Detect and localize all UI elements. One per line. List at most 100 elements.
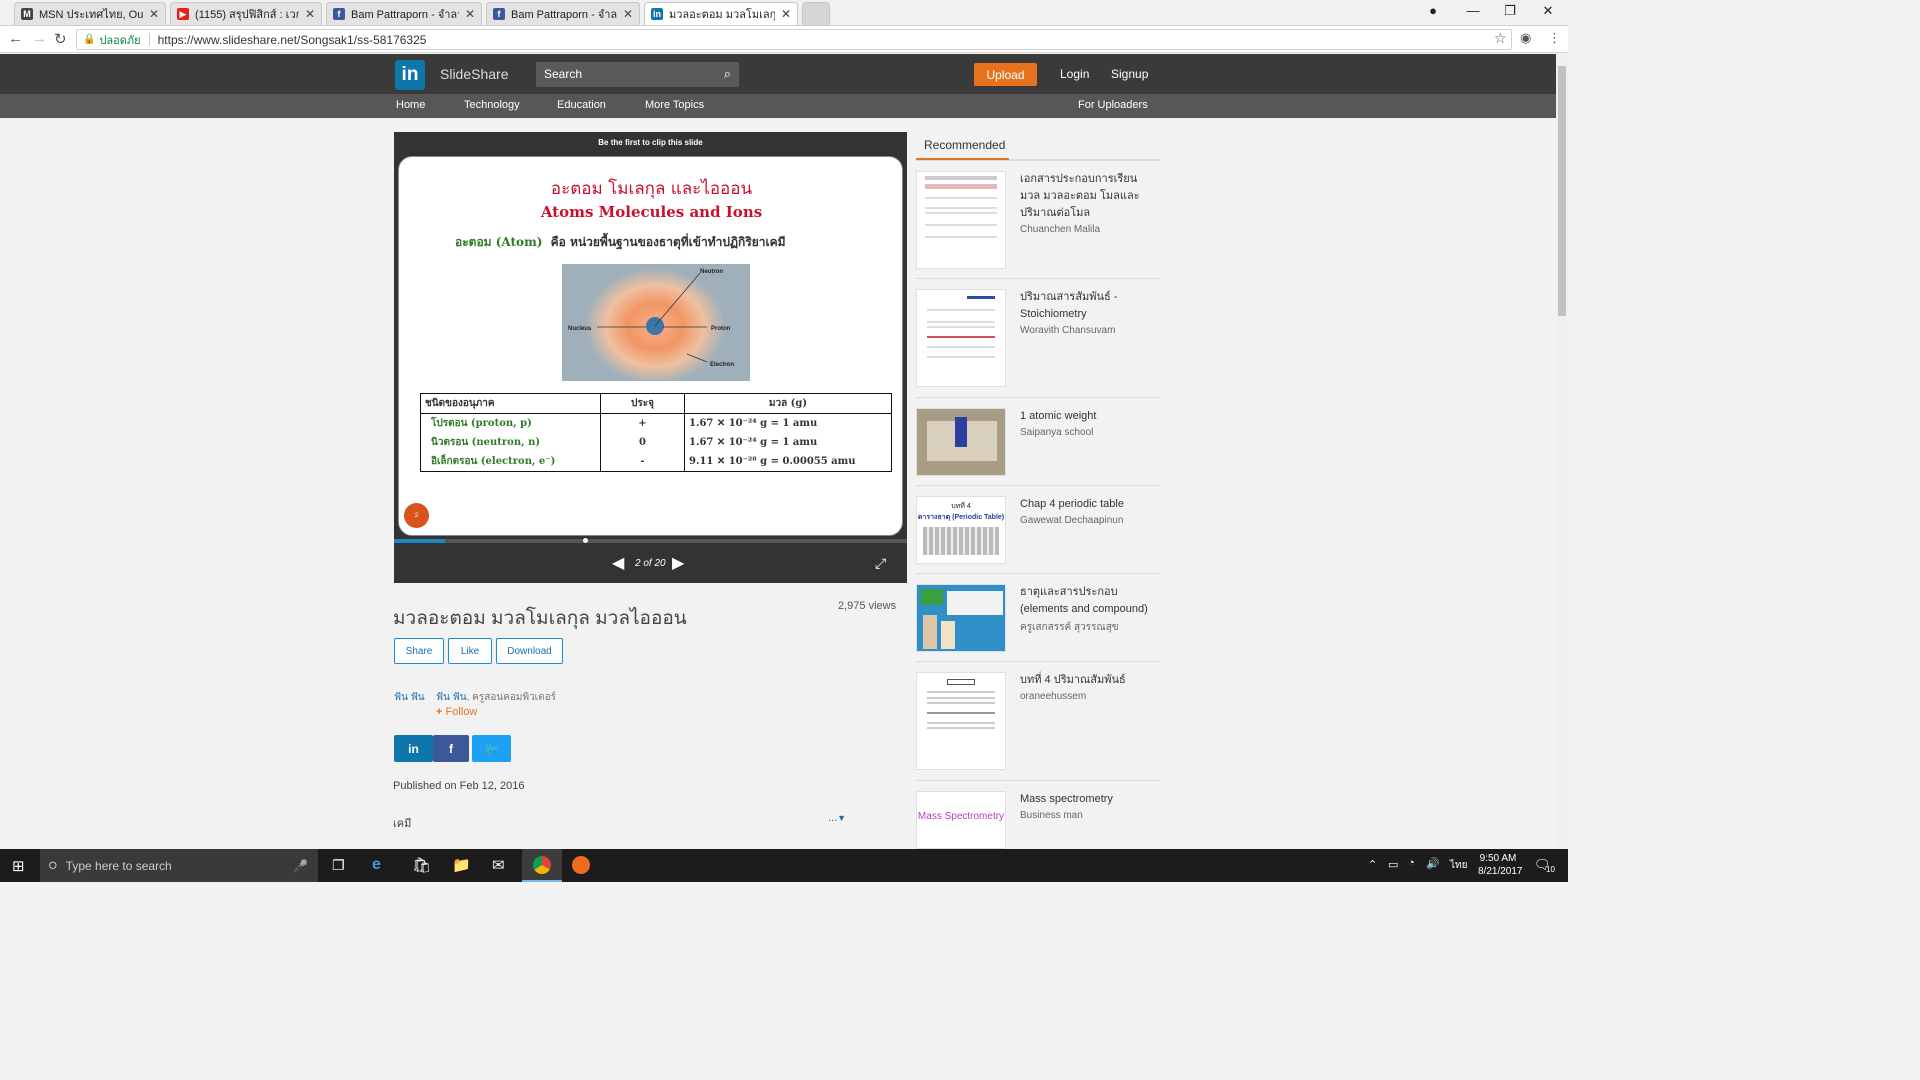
upload-button[interactable]: Upload bbox=[974, 63, 1037, 86]
author-line: ฟัน ฟัน, ครูสอนคอมพิวเตอร์ bbox=[436, 690, 556, 705]
recommended-item[interactable]: 1 atomic weight Saipanya school bbox=[916, 397, 1160, 485]
thumb-text: บทที่ 4 bbox=[951, 503, 971, 510]
recommended-author: Saipanya school bbox=[1020, 427, 1094, 438]
menu-icon[interactable]: ⋮ bbox=[1548, 30, 1561, 46]
recommended-item[interactable]: Mass Spectrometry Mass spectrometry Busi… bbox=[916, 780, 1160, 849]
fullscreen-icon[interactable]: ⤢ bbox=[875, 555, 886, 572]
recommended-thumbnail[interactable]: บทที่ 4 ตารางธาตุ (Periodic Table) bbox=[916, 496, 1006, 564]
browser-tab[interactable]: M MSN ประเทศไทย, Outlook ✕ bbox=[14, 2, 166, 25]
recommended-title[interactable]: ธาตุและสารประกอบ (elements and compound) bbox=[1020, 584, 1160, 618]
recommended-thumbnail[interactable] bbox=[916, 672, 1006, 770]
recommended-tab[interactable]: Recommended bbox=[916, 138, 1009, 160]
next-slide-icon[interactable]: ▶ bbox=[672, 553, 684, 573]
browser-tab-active[interactable]: in มวลอะตอม มวลโมเลกุล มวลไอ ✕ bbox=[644, 2, 798, 25]
close-tab-icon[interactable]: ✕ bbox=[149, 7, 159, 21]
search-icon[interactable]: ⌕ bbox=[724, 66, 731, 82]
wifi-icon[interactable]: ◔ bbox=[1408, 857, 1415, 869]
mail-icon[interactable]: ✉ bbox=[492, 856, 505, 874]
close-window-icon[interactable]: ✕ bbox=[1533, 3, 1563, 19]
recommended-item[interactable]: บทที่ 4 ตารางธาตุ (Periodic Table) Chap … bbox=[916, 485, 1160, 573]
recommended-item[interactable]: ธาตุและสารประกอบ (elements and compound)… bbox=[916, 573, 1160, 661]
search-input[interactable]: Search ⌕ bbox=[536, 62, 739, 87]
recommended-item[interactable]: ปริมาณสารสัมพันธ์ - Stoichiometry Woravi… bbox=[916, 278, 1160, 397]
atom-diagram: Neutron Nucleus Proton Electron bbox=[562, 264, 750, 384]
browser-tab[interactable]: f Bam Pattraporn - จำลาญ ✕ bbox=[486, 2, 640, 25]
previous-slide-icon[interactable]: ◀ bbox=[612, 553, 624, 573]
recommended-item[interactable]: บทที่ 4 ปริมาณสัมพันธ์ oraneehussem bbox=[916, 661, 1160, 780]
bookmark-star-icon[interactable]: ☆ bbox=[1494, 30, 1507, 47]
facebook-share-button[interactable]: f bbox=[433, 735, 469, 762]
nav-home[interactable]: Home bbox=[396, 99, 425, 111]
slideshare-brand[interactable]: SlideShare bbox=[440, 66, 509, 82]
close-tab-icon[interactable]: ✕ bbox=[781, 7, 791, 21]
address-bar: ← → ↻ 🔒 ปลอดภัย https://www.slideshare.n… bbox=[0, 26, 1568, 53]
edge-icon[interactable]: e bbox=[372, 856, 381, 874]
reload-icon[interactable]: ↻ bbox=[54, 30, 67, 48]
recommended-thumbnail[interactable] bbox=[916, 584, 1006, 652]
minimize-icon[interactable]: — bbox=[1458, 3, 1488, 18]
nav-more-topics[interactable]: More Topics bbox=[645, 99, 704, 111]
page-scrollbar[interactable] bbox=[1556, 54, 1568, 849]
taskbar-search-placeholder: Type here to search bbox=[65, 858, 172, 873]
author-avatar[interactable]: ฟัน ฟัน bbox=[394, 690, 425, 705]
author-name[interactable]: ฟัน ฟัน bbox=[436, 692, 467, 703]
nav-technology[interactable]: Technology bbox=[464, 99, 520, 111]
author-description: , ครูสอนคอมพิวเตอร์ bbox=[466, 692, 556, 703]
recommended-title[interactable]: Chap 4 periodic table bbox=[1020, 496, 1160, 513]
recommended-title[interactable]: ปริมาณสารสัมพันธ์ - Stoichiometry bbox=[1020, 289, 1160, 323]
url-field[interactable]: 🔒 ปลอดภัย https://www.slideshare.net/Son… bbox=[76, 29, 1512, 50]
nav-for-uploaders[interactable]: For Uploaders bbox=[1078, 99, 1148, 111]
login-link[interactable]: Login bbox=[1060, 67, 1089, 81]
recommended-title[interactable]: บทที่ 4 ปริมาณสัมพันธ์ bbox=[1020, 672, 1160, 689]
browser-tab[interactable]: ▶ (1155) สรุปฟิสิกส์ : เวกเตอร์ ✕ bbox=[170, 2, 322, 25]
extension-icon[interactable]: ◉ bbox=[1520, 30, 1531, 46]
slide-view[interactable]: อะตอม โมเลกุล และไอออน Atoms Molecules a… bbox=[398, 156, 903, 536]
like-button[interactable]: Like bbox=[448, 638, 492, 664]
close-tab-icon[interactable]: ✕ bbox=[465, 7, 475, 21]
new-tab-button[interactable] bbox=[802, 2, 830, 25]
windows-taskbar: ⊞ ○ Type here to search 🎤 ❐ e 🛍 📁 ✉ ⌃ ▭ … bbox=[0, 849, 1568, 882]
recommended-title[interactable]: เอกสารประกอบการเรียน มวล มวลอะตอม โมลและ… bbox=[1020, 171, 1160, 222]
download-button[interactable]: Download bbox=[496, 638, 563, 664]
taskbar-search-box[interactable]: ○ Type here to search 🎤 bbox=[40, 849, 318, 882]
app-icon[interactable] bbox=[572, 856, 590, 874]
scrollbar-thumb[interactable] bbox=[1558, 66, 1566, 316]
lock-icon: 🔒 bbox=[83, 34, 96, 45]
clip-prompt[interactable]: Be the first to clip this slide bbox=[394, 138, 907, 147]
signup-link[interactable]: Signup bbox=[1111, 67, 1148, 81]
recommended-thumbnail[interactable] bbox=[916, 171, 1006, 269]
microphone-icon[interactable]: 🎤 bbox=[293, 859, 308, 873]
chrome-taskbar-button[interactable] bbox=[522, 849, 562, 882]
linkedin-logo[interactable]: in bbox=[395, 60, 425, 90]
maximize-icon[interactable]: ❐ bbox=[1495, 3, 1525, 19]
profile-icon[interactable]: ● bbox=[1418, 3, 1448, 18]
show-more-toggle[interactable]: ...▼ bbox=[828, 812, 846, 824]
tray-chevron-icon[interactable]: ⌃ bbox=[1368, 858, 1377, 871]
recommended-thumbnail[interactable]: Mass Spectrometry bbox=[916, 791, 1006, 849]
store-icon[interactable]: 🛍 bbox=[412, 856, 431, 874]
table-row: นิวตรอน (neutron, n) 0 1.67 ✕ 10⁻²⁴ g = … bbox=[420, 433, 892, 452]
back-icon[interactable]: ← bbox=[8, 30, 23, 47]
recommended-thumbnail[interactable] bbox=[916, 408, 1006, 476]
windows-start-icon[interactable]: ⊞ bbox=[12, 857, 25, 875]
close-tab-icon[interactable]: ✕ bbox=[305, 7, 315, 21]
twitter-share-button[interactable]: 🐦 bbox=[472, 735, 511, 762]
volume-icon[interactable]: 🔊 bbox=[1426, 857, 1440, 870]
clock[interactable]: 9:50 AM 8/21/2017 bbox=[1478, 852, 1523, 878]
table-cell: 1.67 ✕ 10⁻²⁴ g = 1 amu bbox=[684, 433, 892, 452]
follow-link[interactable]: + Follow bbox=[436, 706, 477, 718]
close-tab-icon[interactable]: ✕ bbox=[623, 7, 633, 21]
browser-tab[interactable]: f Bam Pattraporn - จำลาญ ✕ bbox=[326, 2, 482, 25]
recommended-thumbnail[interactable] bbox=[916, 289, 1006, 387]
battery-icon[interactable]: ▭ bbox=[1388, 858, 1398, 871]
file-explorer-icon[interactable]: 📁 bbox=[452, 856, 471, 874]
recommended-title[interactable]: 1 atomic weight bbox=[1020, 408, 1160, 425]
task-view-icon[interactable]: ❐ bbox=[332, 857, 345, 874]
nav-education[interactable]: Education bbox=[557, 99, 606, 111]
forward-icon[interactable]: → bbox=[32, 30, 47, 47]
recommended-title[interactable]: Mass spectrometry bbox=[1020, 791, 1160, 808]
linkedin-share-button[interactable]: in bbox=[394, 735, 433, 762]
share-button[interactable]: Share bbox=[394, 638, 444, 664]
recommended-item[interactable]: เอกสารประกอบการเรียน มวล มวลอะตอม โมลและ… bbox=[916, 160, 1160, 278]
input-language[interactable]: ไทย bbox=[1450, 858, 1467, 873]
